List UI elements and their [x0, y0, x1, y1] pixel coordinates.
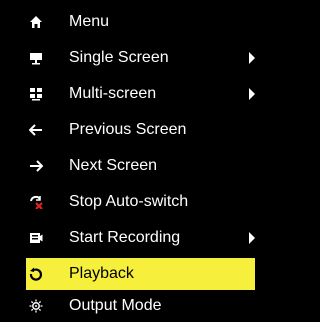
playback-icon — [29, 267, 43, 281]
single-screen-icon — [29, 51, 43, 65]
menu-item-start-recording[interactable]: Start Recording — [0, 222, 255, 254]
home-icon — [29, 15, 43, 29]
menu-item-multi-screen[interactable]: Multi-screen — [0, 78, 255, 110]
menu-item-playback[interactable]: Playback — [26, 258, 255, 290]
menu-item-label: Previous Screen — [69, 121, 187, 138]
record-icon — [29, 231, 43, 245]
arrow-right-icon — [29, 159, 43, 173]
arrow-left-icon — [29, 123, 43, 137]
menu-item-label: Multi-screen — [69, 85, 157, 102]
menu-item-label: Output Mode — [69, 297, 162, 314]
menu-item-label: Menu — [69, 13, 110, 30]
submenu-arrow-icon — [249, 232, 255, 244]
menu-item-label: Start Recording — [69, 229, 181, 246]
menu-item-label: Next Screen — [69, 157, 158, 174]
menu-item-label: Single Screen — [69, 49, 169, 66]
menu-item-menu[interactable]: Menu — [0, 6, 255, 38]
submenu-arrow-icon — [249, 52, 255, 64]
output-mode-icon — [29, 299, 43, 313]
multi-screen-icon — [29, 87, 43, 101]
submenu-arrow-icon — [249, 88, 255, 100]
menu-item-label: Stop Auto-switch — [69, 193, 189, 210]
menu-item-single-screen[interactable]: Single Screen — [0, 42, 255, 74]
menu-item-next-screen[interactable]: Next Screen — [0, 150, 255, 182]
menu-item-stop-auto-switch[interactable]: Stop Auto-switch — [0, 186, 255, 218]
menu-item-output-mode[interactable]: Output Mode — [0, 290, 255, 322]
context-menu: Menu Single Screen Multi-screen Previous… — [0, 0, 255, 322]
menu-item-label: Playback — [69, 265, 134, 282]
stop-auto-switch-icon — [29, 195, 43, 209]
menu-item-previous-screen[interactable]: Previous Screen — [0, 114, 255, 146]
